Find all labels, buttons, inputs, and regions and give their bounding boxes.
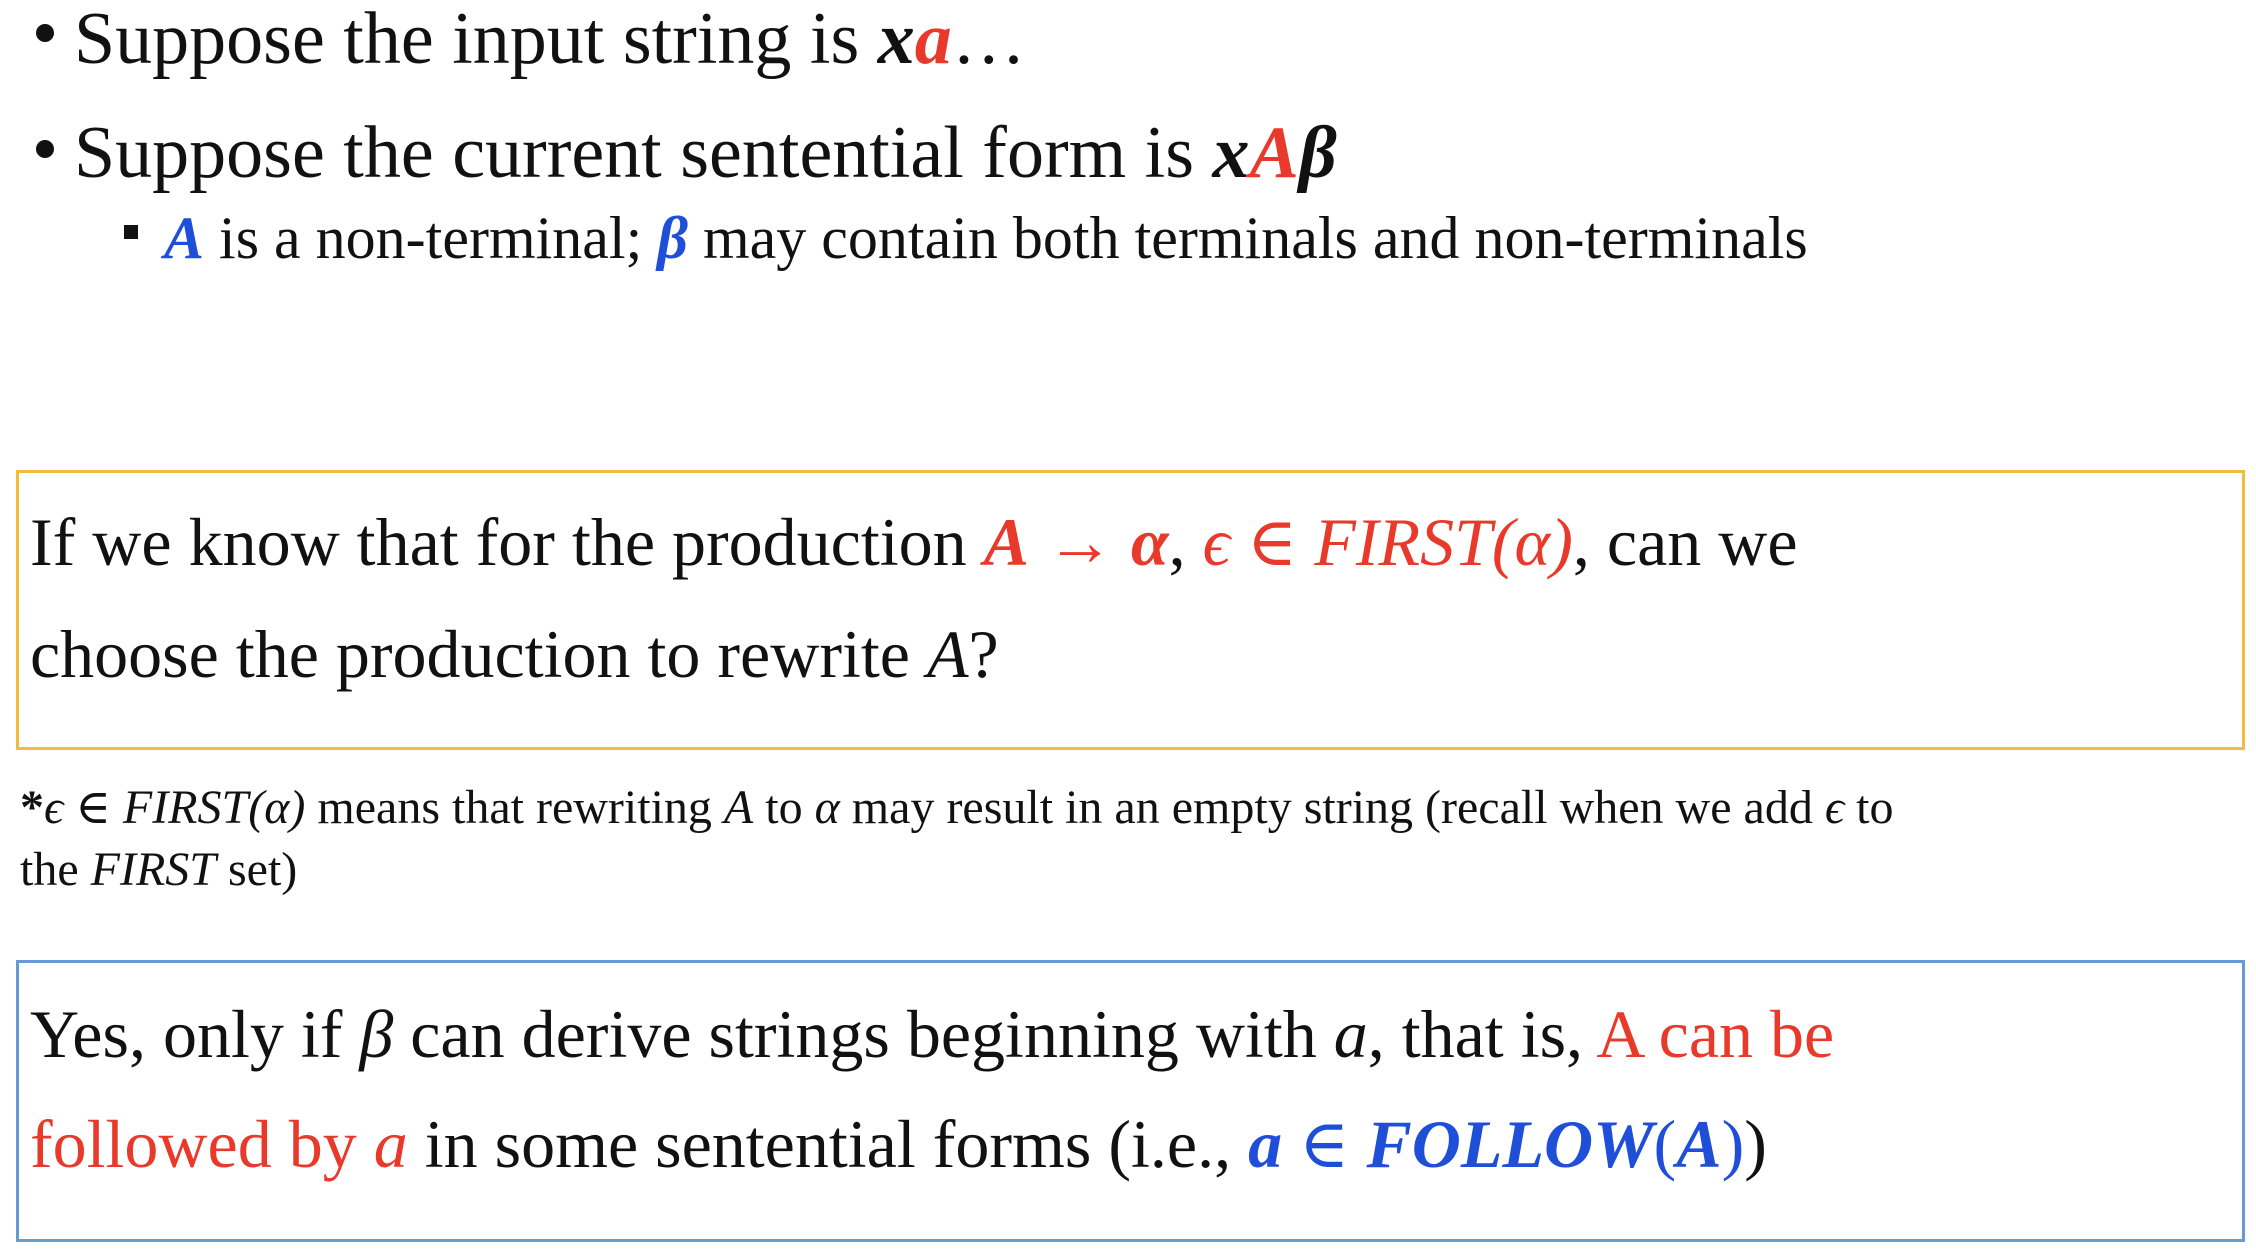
answer-red-a: a: [373, 1106, 408, 1182]
answer-blue-a: a: [1248, 1106, 1283, 1182]
question-line-1: If we know that for the production A → α…: [30, 508, 1798, 576]
sub-bullet-text1: is a non-terminal;: [204, 205, 658, 271]
follow-open-paren: (: [1653, 1106, 1677, 1182]
answer-text: , that is,: [1367, 996, 1597, 1072]
bullet-dot: [36, 24, 54, 42]
footnote-first-2: FIRST: [90, 843, 216, 896]
answer-beta: β: [359, 996, 394, 1072]
first-fn: FIRST: [1314, 504, 1492, 580]
question-line-2: choose the production to rewrite A?: [30, 620, 999, 688]
answer-text: Yes, only if: [30, 996, 360, 1072]
footnote-text: means that rewriting: [305, 781, 724, 834]
footnote-text: set): [215, 843, 298, 896]
sub-bullet: A is a non-terminal; β may contain both …: [164, 208, 1808, 268]
question-comma: ,: [1168, 504, 1203, 580]
question-text: If we know that for the production: [30, 504, 984, 580]
bullet-2-A: A: [1249, 112, 1299, 194]
bullet-2-x: x: [1212, 112, 1250, 194]
question-A: A: [926, 616, 969, 692]
sub-bullet-beta: β: [657, 205, 688, 271]
footnote-text: the: [20, 843, 91, 896]
bullet-1-text: Suppose the input string is: [74, 0, 878, 80]
answer-a: a: [1333, 996, 1368, 1072]
question-suffix: , can we: [1572, 504, 1798, 580]
answer-line-1: Yes, only if β can derive strings beginn…: [30, 1000, 1834, 1068]
epsilon-in: ϵ ∈: [1202, 504, 1315, 580]
bullet-1-a: a: [914, 0, 952, 80]
footnote-first: FIRST: [122, 781, 249, 834]
production-A: A: [983, 504, 1029, 580]
answer-close-paren: ): [1744, 1106, 1767, 1182]
footnote-A: A: [723, 781, 754, 834]
first-arg: (α): [1491, 504, 1573, 580]
bullet-1-x: x: [877, 0, 915, 80]
answer-text: in some sentential forms (i.e.,: [407, 1106, 1249, 1182]
answer-red-text: followed by: [30, 1106, 374, 1182]
footnote-text: to: [753, 781, 815, 834]
answer-red-text: A can be: [1596, 996, 1835, 1072]
footnote-text: may result in an empty string (recall wh…: [839, 781, 1825, 834]
sub-bullet-text2: may contain both terminals and non-termi…: [688, 205, 1808, 271]
bullet-2: Suppose the current sentential form is x…: [74, 116, 1337, 190]
follow-fn: FOLLOW: [1366, 1106, 1654, 1182]
bullet-2-text: Suppose the current sentential form is: [74, 112, 1213, 194]
footnote-first-arg: (α): [248, 781, 306, 834]
production-alpha: α: [1131, 504, 1169, 580]
sub-bullet-A: A: [164, 205, 205, 271]
footnote-line-2: the FIRST set): [20, 846, 297, 894]
footnote-star: *: [20, 781, 44, 834]
footnote-epsilon: ϵ ∈: [44, 781, 123, 834]
square-bullet: [124, 225, 138, 239]
follow-close-paren: ): [1721, 1106, 1745, 1182]
bullet-1-ellipsis: …: [951, 0, 1026, 80]
footnote-epsilon-2: ϵ: [1824, 781, 1845, 834]
bullet-1: Suppose the input string is xa…: [74, 2, 1026, 76]
footnote-line-1: *ϵ ∈ FIRST(α) means that rewriting A to …: [20, 784, 1894, 832]
bullet-dot: [36, 140, 54, 158]
answer-line-2: followed by a in some sentential forms (…: [30, 1110, 1767, 1178]
answer-text: can derive strings beginning with: [393, 996, 1334, 1072]
footnote-alpha: α: [814, 781, 840, 834]
footnote-text: to: [1844, 781, 1894, 834]
production-arrow: →: [1029, 504, 1131, 580]
bullet-2-beta: β: [1298, 112, 1337, 194]
question-mark: ?: [968, 616, 999, 692]
question-line2-text: choose the production to rewrite: [30, 616, 927, 692]
follow-A: A: [1676, 1106, 1722, 1182]
answer-in-symbol: ∈: [1282, 1106, 1367, 1182]
